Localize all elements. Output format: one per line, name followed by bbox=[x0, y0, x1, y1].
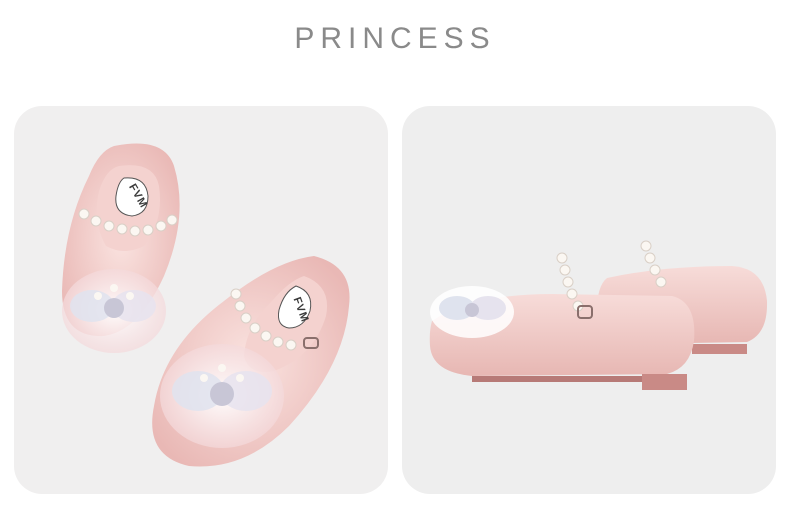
page-title: PRINCESS bbox=[294, 22, 496, 55]
shoe-pair-side-illustration bbox=[429, 240, 768, 390]
crystal-bow-front bbox=[430, 286, 514, 338]
crystal-bow-left bbox=[62, 269, 166, 353]
product-photo-top-view: FVM FVM bbox=[14, 106, 388, 494]
shoe-pair-top-illustration: FVM FVM bbox=[62, 143, 350, 467]
shoe-left: FVM bbox=[62, 143, 180, 353]
crystal-bow-right bbox=[160, 344, 284, 448]
shoe-right: FVM bbox=[152, 256, 350, 467]
product-photo-side-view bbox=[402, 106, 776, 494]
